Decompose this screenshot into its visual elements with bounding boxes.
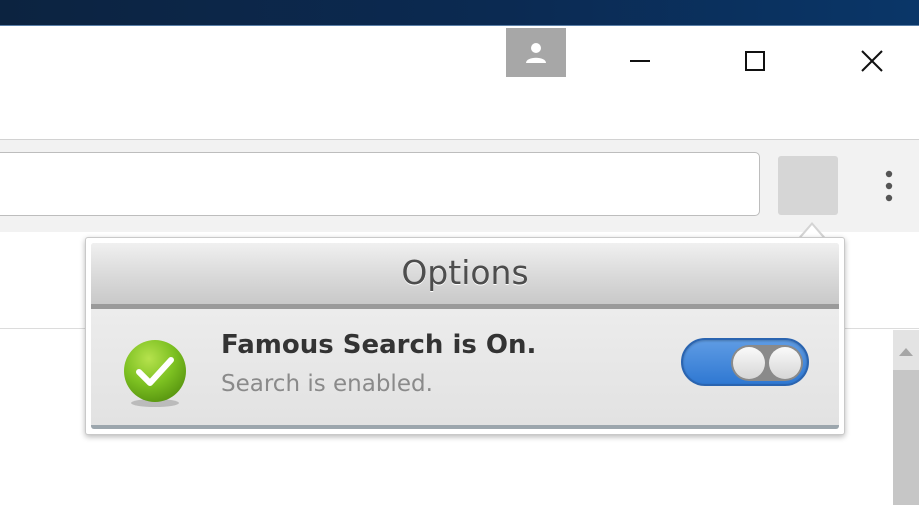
close-icon — [861, 50, 883, 72]
options-header: Options — [91, 243, 839, 309]
options-panel: Options Famous Search is On. Search is e… — [91, 243, 839, 429]
person-icon — [526, 42, 546, 63]
check-circle-icon — [124, 340, 186, 407]
maximize-button[interactable] — [730, 36, 780, 86]
toggle-knob[interactable] — [731, 345, 803, 381]
browser-menu-button[interactable] — [874, 168, 904, 208]
options-title: Options — [401, 253, 529, 292]
status-subtitle: Search is enabled. — [221, 371, 433, 397]
close-button[interactable] — [847, 36, 897, 86]
scrollbar-thumb[interactable] — [893, 370, 919, 505]
window-title-band — [0, 0, 919, 26]
toggle-knob-right — [769, 347, 801, 379]
browser-titlebar — [0, 26, 919, 139]
minimize-button[interactable] — [615, 36, 665, 86]
maximize-icon — [745, 51, 765, 71]
status-title: Famous Search is On. — [221, 330, 537, 360]
minimize-icon — [630, 60, 650, 62]
search-toggle-switch[interactable] — [681, 338, 809, 386]
status-row: Famous Search is On. Search is enabled. — [91, 309, 839, 429]
toggle-knob-left — [733, 347, 765, 379]
address-bar[interactable] — [0, 152, 760, 216]
kebab-menu-icon — [885, 170, 893, 202]
scroll-up-arrow-icon[interactable] — [898, 346, 914, 358]
page-scrollbar[interactable] — [893, 330, 919, 505]
browser-toolbar — [0, 139, 919, 233]
extension-button[interactable] — [778, 156, 838, 215]
options-popup: Options Famous Search is On. Search is e… — [85, 237, 845, 435]
profile-button[interactable] — [506, 28, 566, 77]
